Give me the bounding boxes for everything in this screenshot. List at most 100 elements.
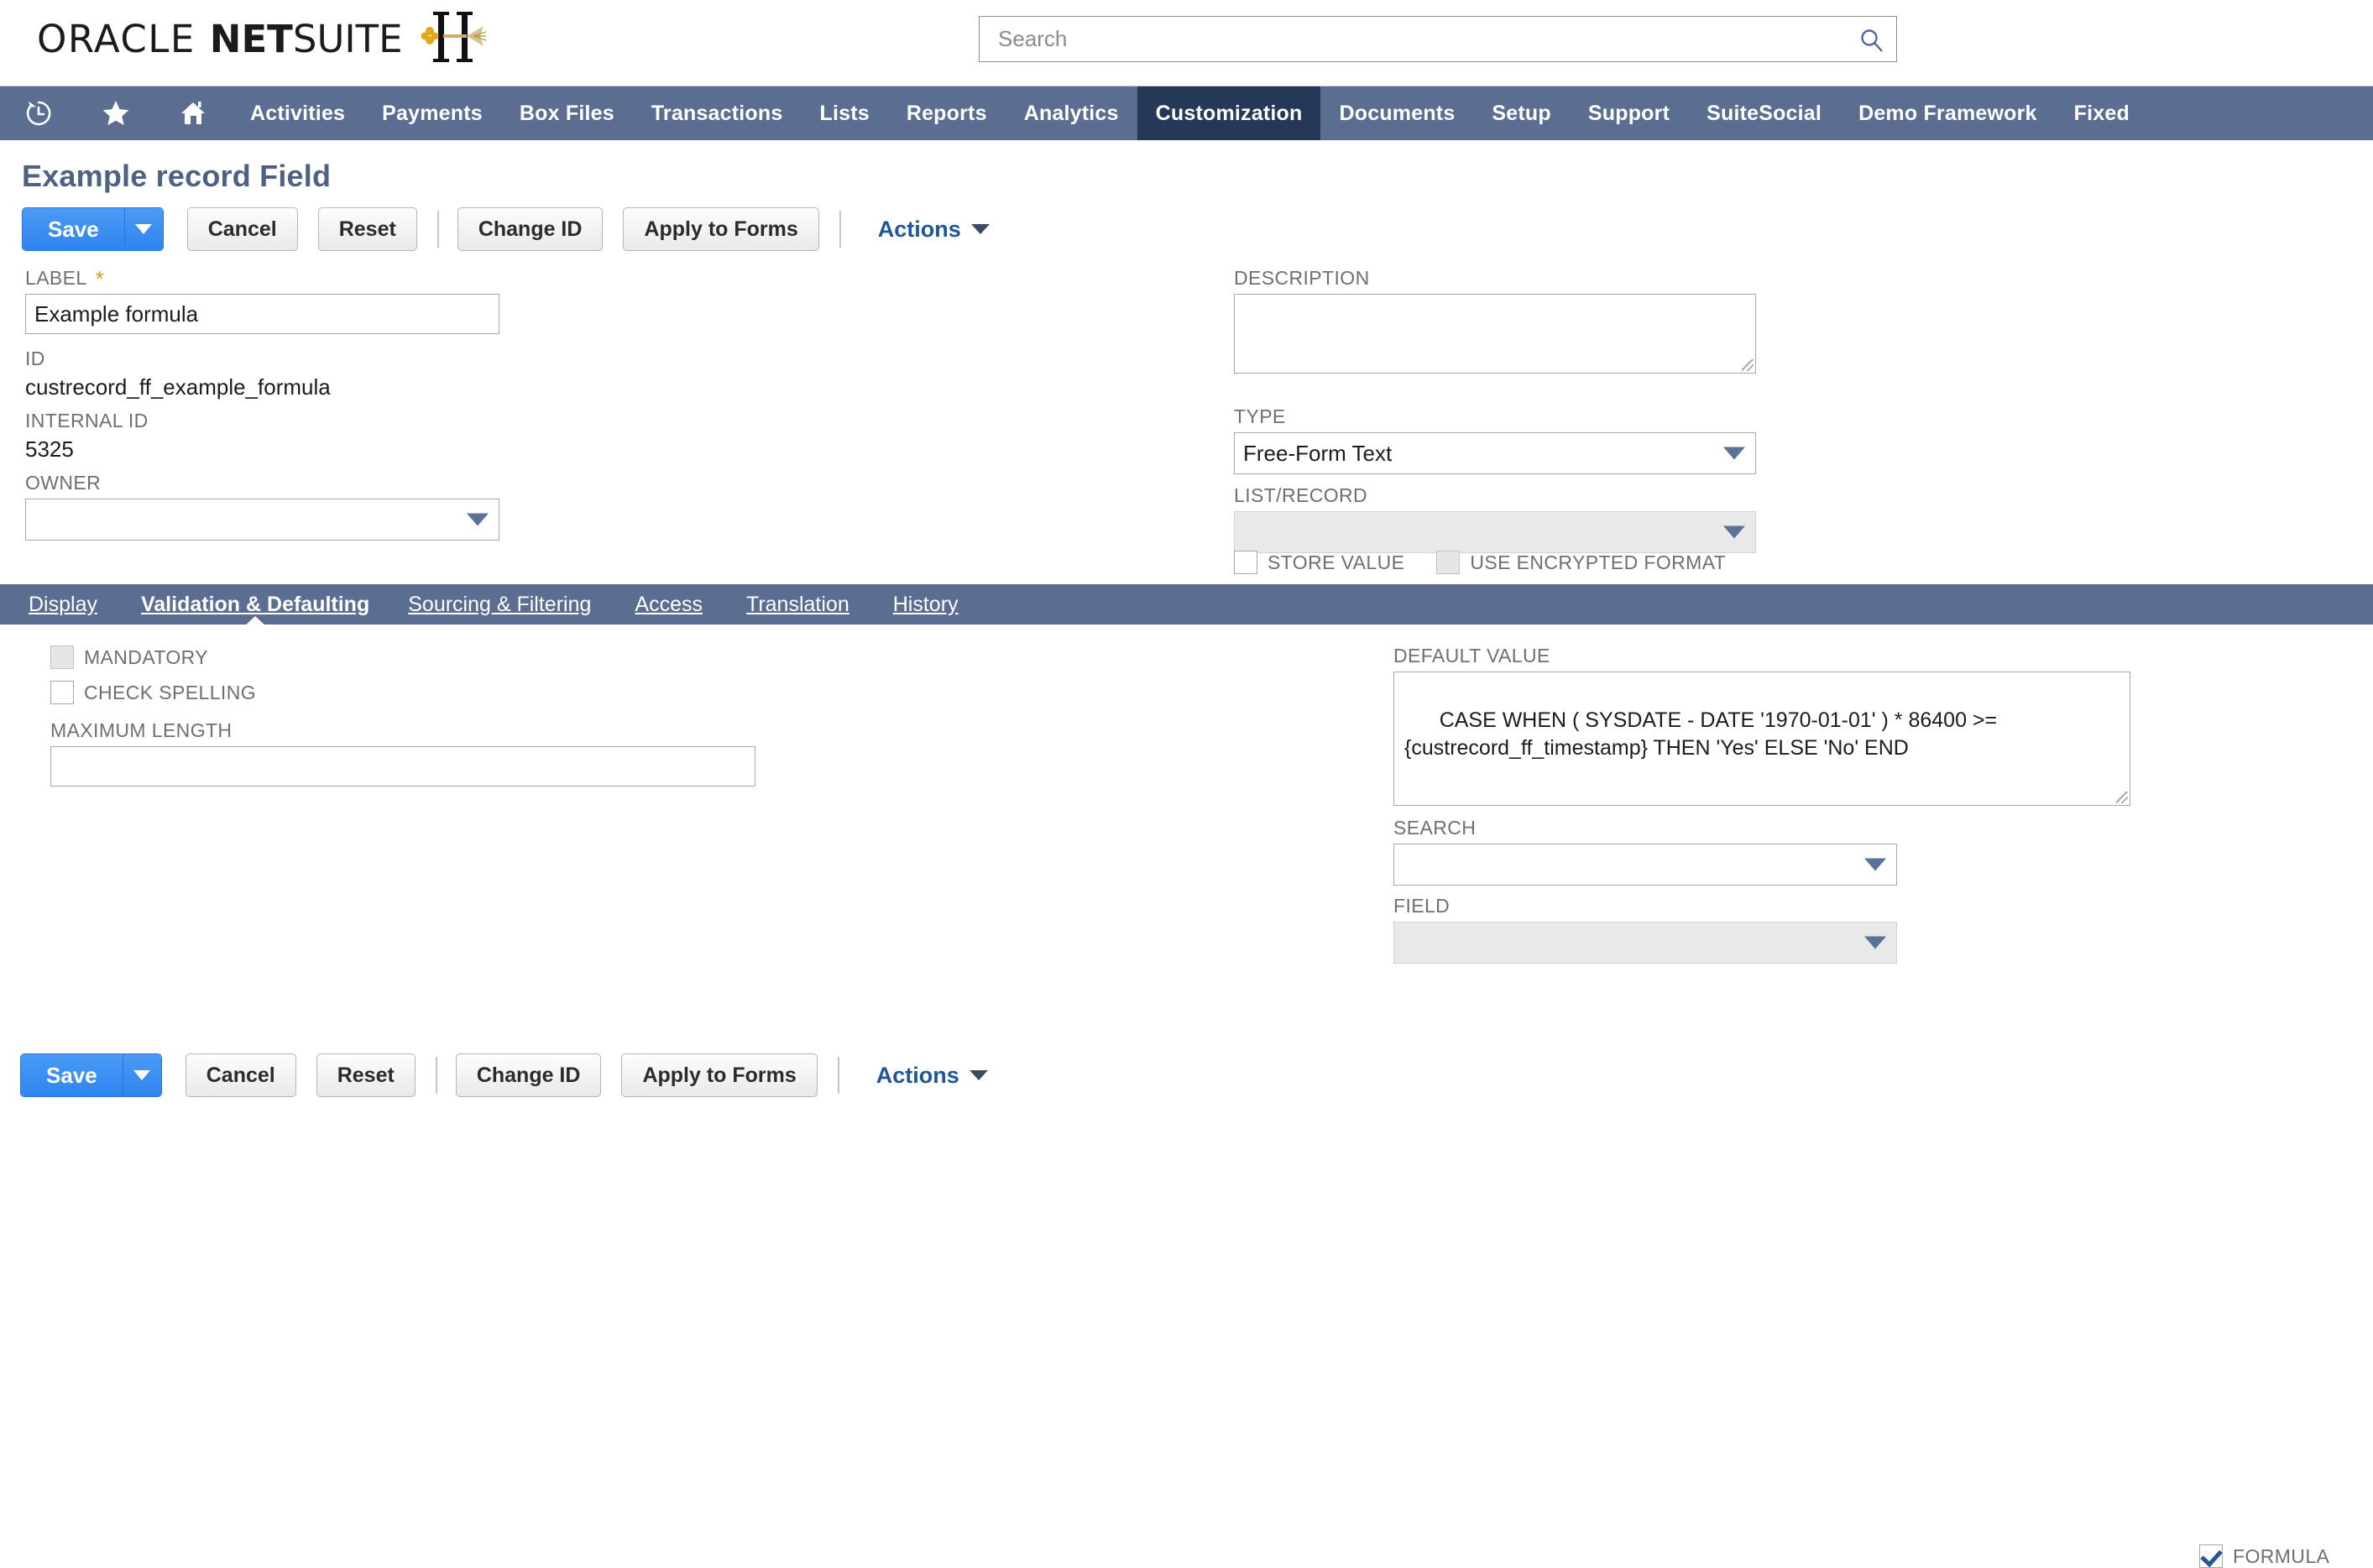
use-encrypted-format-checkbox — [1436, 551, 1460, 574]
nav-item-lists[interactable]: Lists — [801, 86, 887, 140]
save-button-group-bottom[interactable]: Save — [20, 1053, 162, 1097]
nav-item-suitesocial[interactable]: SuiteSocial — [1688, 86, 1840, 140]
list-record-select — [1234, 511, 1756, 553]
search-input[interactable] — [980, 17, 1896, 61]
save-button-group[interactable]: Save — [22, 207, 164, 251]
top-button-bar: Save Cancel Reset Change ID Apply to For… — [22, 206, 2373, 253]
chevron-down-icon — [467, 514, 489, 526]
description-field-label: DESCRIPTION — [1234, 267, 1756, 290]
actions-menu[interactable]: Actions — [878, 217, 990, 243]
search-icon[interactable] — [1859, 28, 1884, 53]
cancel-button[interactable]: Cancel — [187, 207, 298, 251]
field-select — [1393, 922, 1897, 964]
chevron-down-icon — [970, 1070, 988, 1080]
nav-item-fixed[interactable]: Fixed — [2056, 86, 2148, 140]
owner-select[interactable] — [25, 499, 499, 541]
chevron-down-icon — [1723, 447, 1745, 460]
nav-item-support[interactable]: Support — [1570, 86, 1688, 140]
maximum-length-label: MAXIMUM LENGTH — [50, 719, 755, 742]
value-options-row: STORE VALUE USE ENCRYPTED FORMAT — [1234, 551, 1726, 574]
formula-checkbox[interactable] — [2199, 1544, 2223, 1568]
nav-item-customization[interactable]: Customization — [1137, 86, 1321, 140]
resize-grip-icon[interactable] — [1742, 359, 1754, 371]
validation-and-defaulting-panel: MANDATORY CHECK SPELLING MAXIMUM LENGTH … — [0, 625, 2373, 1040]
home-icon[interactable] — [154, 86, 232, 140]
default-value-label: DEFAULT VALUE — [1393, 645, 2130, 667]
nav-item-activities[interactable]: Activities — [232, 86, 363, 140]
tab-display[interactable]: Display — [29, 593, 97, 617]
maximum-length-field-group: MAXIMUM LENGTH — [50, 719, 755, 787]
store-value-checkbox-row[interactable]: STORE VALUE — [1234, 551, 1404, 574]
check-spelling-checkbox-row[interactable]: CHECK SPELLING — [50, 681, 256, 704]
store-value-label: STORE VALUE — [1268, 551, 1404, 574]
formula-checkbox-row[interactable]: FORMULA — [2199, 1544, 2329, 1568]
maximum-length-input[interactable] — [50, 746, 755, 787]
actions-menu-label-bottom: Actions — [876, 1063, 959, 1089]
main-navigation-bar: Activities Payments Box Files Transactio… — [0, 86, 2373, 140]
type-select-value: Free-Form Text — [1243, 441, 1392, 467]
field-main-form: LABEL * ID custrecord_ff_example_formula… — [0, 253, 2373, 584]
chevron-down-icon — [971, 224, 990, 234]
store-value-checkbox[interactable] — [1234, 551, 1257, 574]
nav-item-payments[interactable]: Payments — [363, 86, 501, 140]
favorites-star-icon[interactable] — [77, 86, 154, 140]
description-field-group: DESCRIPTION — [1234, 267, 1756, 374]
internal-id-field-group: INTERNAL ID 5325 — [25, 410, 149, 474]
cancel-button-bottom[interactable]: Cancel — [186, 1053, 296, 1097]
type-select[interactable]: Free-Form Text — [1234, 432, 1756, 474]
internal-id-field-value: 5325 — [25, 436, 149, 463]
nav-item-reports[interactable]: Reports — [888, 86, 1006, 140]
type-field-group: TYPE Free-Form Text — [1234, 405, 1756, 474]
tab-validation-and-defaulting[interactable]: Validation & Defaulting — [141, 593, 369, 617]
list-record-field-group: LIST/RECORD — [1234, 484, 1756, 553]
search-select[interactable] — [1393, 844, 1897, 886]
mandatory-checkbox-row: MANDATORY — [50, 645, 208, 669]
netsuite-logo[interactable]: ORACLE NET SUITE — [37, 17, 403, 61]
field-field-label: FIELD — [1393, 895, 1897, 917]
list-record-field-label: LIST/RECORD — [1234, 484, 1756, 507]
nav-item-transactions[interactable]: Transactions — [633, 86, 802, 140]
save-dropdown-chevron-down-icon[interactable] — [124, 208, 163, 250]
toolbar-divider — [437, 211, 439, 248]
nav-item-demo-framework[interactable]: Demo Framework — [1840, 86, 2056, 140]
toolbar-divider-2 — [839, 211, 841, 248]
change-id-button[interactable]: Change ID — [457, 207, 604, 251]
resize-grip-icon[interactable] — [2116, 792, 2128, 803]
apply-to-forms-button-bottom[interactable]: Apply to Forms — [621, 1053, 817, 1097]
description-textarea[interactable] — [1234, 294, 1756, 374]
save-button-bottom[interactable]: Save — [21, 1054, 123, 1096]
hive-h-emblem-icon — [420, 7, 487, 67]
nav-item-setup[interactable]: Setup — [1473, 86, 1569, 140]
check-spelling-checkbox[interactable] — [50, 681, 74, 704]
tab-validation-and-defaulting-label: Validation & Defaulting — [141, 593, 369, 616]
global-search[interactable] — [979, 16, 1897, 62]
change-id-button-bottom[interactable]: Change ID — [456, 1053, 602, 1097]
nav-item-documents[interactable]: Documents — [1320, 86, 1473, 140]
nav-item-analytics[interactable]: Analytics — [1006, 86, 1137, 140]
apply-to-forms-button[interactable]: Apply to Forms — [623, 207, 818, 251]
default-value-field-group: DEFAULT VALUE CASE WHEN ( SYSDATE - DATE… — [1393, 645, 2130, 806]
default-value-textarea[interactable]: CASE WHEN ( SYSDATE - DATE '1970-01-01' … — [1393, 672, 2130, 806]
reset-button-bottom[interactable]: Reset — [316, 1053, 416, 1097]
id-field-value: custrecord_ff_example_formula — [25, 374, 331, 400]
formula-label: FORMULA — [2233, 1545, 2329, 1568]
chevron-down-icon — [1864, 859, 1886, 871]
reset-button[interactable]: Reset — [318, 207, 417, 251]
chevron-down-icon — [1723, 526, 1745, 539]
tab-sourcing-and-filtering[interactable]: Sourcing & Filtering — [408, 593, 591, 617]
tab-access[interactable]: Access — [635, 593, 703, 617]
logo-suite-text: SUITE — [293, 17, 403, 61]
save-dropdown-chevron-down-icon-bottom[interactable] — [123, 1054, 161, 1096]
actions-menu-bottom[interactable]: Actions — [876, 1063, 988, 1089]
internal-id-field-label: INTERNAL ID — [25, 410, 149, 432]
recent-records-icon[interactable] — [0, 86, 77, 140]
actions-menu-label: Actions — [878, 217, 961, 243]
tab-translation[interactable]: Translation — [746, 593, 849, 617]
owner-field-label: OWNER — [25, 472, 499, 494]
nav-item-box-files[interactable]: Box Files — [501, 86, 633, 140]
label-field-label-text: LABEL — [25, 267, 87, 290]
label-input[interactable] — [25, 294, 499, 334]
use-encrypted-format-label: USE ENCRYPTED FORMAT — [1470, 551, 1726, 574]
tab-history[interactable]: History — [893, 593, 959, 617]
save-button[interactable]: Save — [23, 208, 124, 250]
